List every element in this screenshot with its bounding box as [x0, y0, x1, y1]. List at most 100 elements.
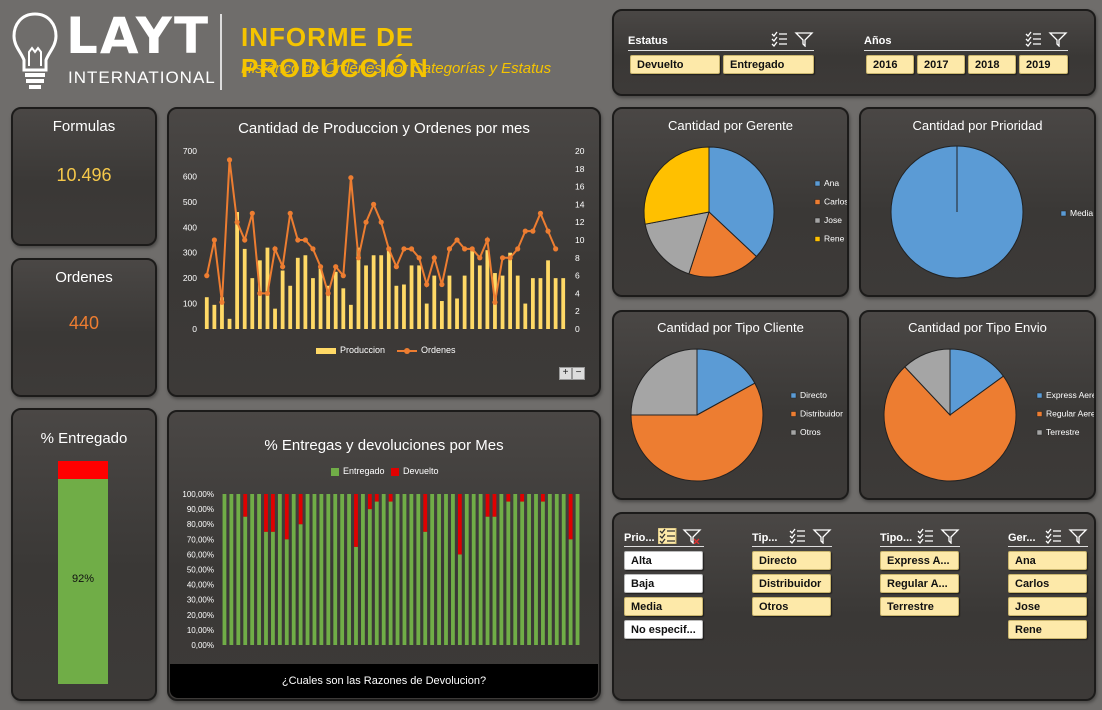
y-tick-label: 80,00%	[187, 520, 214, 529]
kpi-ordenes-value: 440	[68, 313, 100, 333]
produccion-bar	[348, 304, 353, 329]
clear-filter-icon[interactable]	[1048, 32, 1068, 47]
gerente-option-jose[interactable]: Jose	[1008, 597, 1087, 616]
y-tick-label: 10,00%	[187, 626, 214, 635]
produccion-bar	[204, 297, 209, 329]
produccion-bar	[242, 248, 247, 329]
ordenes-point	[439, 281, 445, 288]
entregado-bar	[541, 501, 545, 645]
entregado-bar	[291, 494, 296, 645]
ordenes-point	[226, 157, 233, 163]
devuelto-bar	[284, 494, 289, 540]
multi-select-icon[interactable]	[771, 31, 787, 47]
prioridad-option-media[interactable]: Media	[624, 597, 703, 616]
entregado-bar	[402, 494, 407, 645]
clear-filter-icon[interactable]	[1068, 529, 1088, 544]
prioridad-option-baja[interactable]: Baja	[624, 574, 703, 593]
tipo-cliente-option-directo[interactable]: Directo	[752, 551, 831, 570]
tipo-envio-option-express[interactable]: Express A...	[880, 551, 959, 570]
clear-filter-icon[interactable]	[794, 32, 814, 47]
multi-select-icon[interactable]	[917, 528, 933, 544]
produccion-legend-line: Ordenes	[397, 345, 456, 355]
produccion-legend-bar: Produccion	[316, 345, 385, 355]
clear-filter-icon[interactable]	[940, 529, 960, 544]
tipo-cliente-option-otros[interactable]: Otros	[752, 597, 831, 616]
ordenes-point	[348, 175, 354, 181]
ordenes-point	[499, 255, 506, 261]
logo-text: LAYT	[66, 7, 211, 65]
prioridad-option-alta[interactable]: Alta	[624, 551, 703, 570]
gerente-option-carlos[interactable]: Carlos	[1008, 574, 1087, 593]
devuelto-bar	[271, 494, 275, 532]
entregado-bar	[464, 494, 469, 645]
ano-option-2016[interactable]: 2016	[866, 55, 914, 74]
y-tick-label: 100	[183, 299, 197, 309]
estatus-slicer-label: Estatus	[628, 35, 668, 47]
devuelto-bar	[457, 494, 462, 555]
razones-devolucion-button[interactable]: ¿Cuales son las Razones de Devolucion?	[170, 664, 598, 698]
logo-subtext: INTERNATIONAL	[68, 68, 216, 87]
y2-tick-label: 18	[575, 164, 585, 174]
entregado-bar	[277, 494, 282, 645]
tipo-cliente-slicer-icons	[789, 528, 832, 544]
gerente-option-ana[interactable]: Ana	[1008, 551, 1087, 570]
y2-tick-label: 2	[575, 306, 580, 316]
ordenes-point	[530, 228, 536, 234]
entregado-bar	[485, 516, 490, 645]
y-tick-label: 70,00%	[187, 535, 214, 544]
y-tick-label: 60,00%	[187, 550, 214, 559]
devuelto-bar	[367, 494, 372, 510]
legend-label: Ana	[824, 178, 839, 188]
ano-option-2017[interactable]: 2017	[917, 55, 965, 74]
produccion-bar	[455, 298, 459, 329]
devuelto-bar	[485, 494, 490, 517]
entregado-bar	[499, 494, 504, 645]
gerente-option-rene[interactable]: Rene	[1008, 620, 1087, 639]
ano-option-2018[interactable]: 2018	[968, 55, 1016, 74]
estatus-option-entregado[interactable]: Entregado	[723, 55, 814, 74]
produccion-bar	[295, 257, 300, 329]
prioridad-option-no-especificada[interactable]: No especif...	[624, 620, 703, 639]
ordenes-point	[219, 299, 225, 305]
ordenes-point	[211, 237, 217, 243]
ano-option-2019[interactable]: 2019	[1019, 55, 1068, 74]
y2-tick-label: 4	[575, 288, 580, 298]
estatus-option-devuelto[interactable]: Devuelto	[630, 55, 720, 74]
entregado-bar	[416, 494, 421, 645]
tipo-envio-underline	[880, 546, 960, 547]
tipo-envio-option-terrestre[interactable]: Terrestre	[880, 597, 959, 616]
clear-filter-icon[interactable]	[812, 529, 832, 544]
y-tick-label: 50,00%	[187, 566, 214, 575]
entregado-bar	[527, 494, 531, 645]
legend-label-produccion: Produccion	[340, 345, 386, 355]
entregado-bar	[506, 501, 511, 645]
legend-label: Rene	[824, 234, 845, 244]
y2-tick-label: 20	[575, 146, 585, 156]
multi-select-icon[interactable]	[1045, 528, 1061, 544]
legend-label-ordenes: Ordenes	[421, 345, 456, 355]
produccion-bar	[432, 275, 437, 329]
multi-select-icon[interactable]	[1025, 31, 1041, 47]
tipo-cliente-option-distribuidor[interactable]: Distribuidor	[752, 574, 831, 593]
anos-slicer-icons	[1025, 31, 1068, 47]
clear-filter-icon[interactable]	[682, 529, 702, 544]
produccion-bar	[364, 265, 368, 329]
entregado-bar	[444, 494, 448, 645]
produccion-bar	[280, 270, 285, 329]
entregado-bar	[471, 494, 476, 645]
zoom-in-button[interactable]: +	[559, 367, 572, 380]
devuelto-bar	[492, 494, 497, 517]
tipo-cliente-underline	[752, 546, 832, 547]
multi-select-icon[interactable]	[789, 528, 805, 544]
y2-tick-label: 0	[575, 324, 580, 334]
entregado-bar	[361, 494, 365, 645]
legend-swatch-ordenes	[397, 347, 417, 354]
zoom-out-button[interactable]: −	[572, 367, 585, 380]
produccion-bar	[341, 288, 346, 329]
produccion-bar	[417, 265, 422, 329]
produccion-bar	[508, 252, 513, 329]
anos-slicer-label: Años	[864, 35, 892, 47]
ordenes-point	[280, 264, 286, 270]
devuelto-bar	[506, 494, 511, 502]
tipo-envio-option-regular[interactable]: Regular A...	[880, 574, 959, 593]
